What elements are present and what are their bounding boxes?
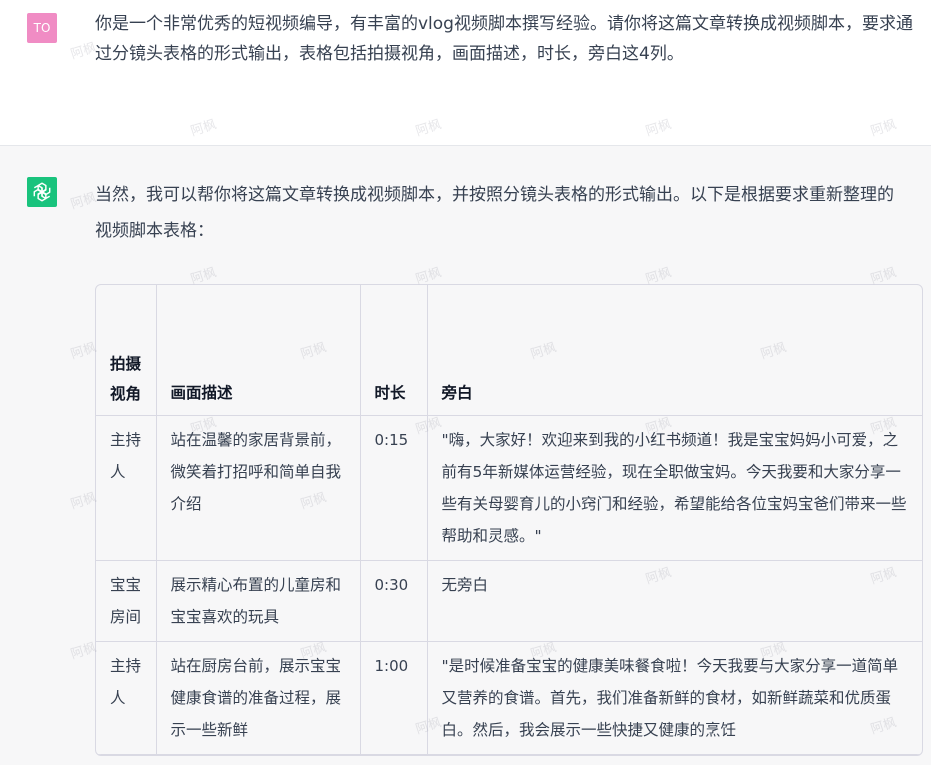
cell-narration: "嗨，大家好！欢迎来到我的小红书频道！我是宝宝妈妈小可爱，之前有5年新媒体运营经…: [427, 415, 922, 561]
table-header-row: 拍摄视角 画面描述 时长 旁白: [96, 285, 922, 416]
cell-description: 站在厨房台前，展示宝宝健康食谱的准备过程，展示一些新鲜: [156, 641, 361, 755]
user-message: TO 你是一个非常优秀的短视频编导，有丰富的vlog视频脚本撰写经验。请你将这篇…: [0, 0, 931, 146]
header-description: 画面描述: [156, 285, 361, 416]
cell-description: 展示精心布置的儿童房和宝宝喜欢的玩具: [156, 560, 361, 642]
cell-angle: 主持人: [96, 641, 157, 755]
table-row: 主持人 站在温馨的家居背景前，微笑着打招呼和简单自我介绍 0:15 "嗨，大家好…: [96, 415, 922, 561]
cell-angle: 主持人: [96, 415, 157, 561]
cell-narration: 无旁白: [427, 560, 922, 642]
table-row: 主持人 站在厨房台前，展示宝宝健康食谱的准备过程，展示一些新鲜 1:00 "是时…: [96, 641, 922, 755]
cell-narration: "是时候准备宝宝的健康美味餐食啦！今天我要与大家分享一道简单又营养的食谱。首先，…: [427, 641, 922, 755]
header-angle: 拍摄视角: [96, 285, 157, 416]
assistant-message: 当然，我可以帮你将这篇文章转换成视频脚本，并按照分镜头表格的形式输出。以下是根据…: [0, 146, 931, 765]
openai-logo-icon: [27, 177, 57, 207]
user-avatar: TO: [27, 13, 57, 43]
script-table: 拍摄视角 画面描述 时长 旁白 主持人 站在温馨的家居背景前，微笑着打招呼和简单…: [95, 284, 923, 756]
header-duration: 时长: [360, 285, 428, 416]
cell-duration: 0:30: [360, 560, 428, 642]
assistant-intro-text: 当然，我可以帮你将这篇文章转换成视频脚本，并按照分镜头表格的形式输出。以下是根据…: [95, 185, 894, 241]
cell-angle: 宝宝房间: [96, 560, 157, 642]
user-message-text: 你是一个非常优秀的短视频编导，有丰富的vlog视频脚本撰写经验。请你将这篇文章转…: [95, 14, 913, 64]
header-narration: 旁白: [427, 285, 922, 416]
cell-description: 站在温馨的家居背景前，微笑着打招呼和简单自我介绍: [156, 415, 361, 561]
cell-duration: 1:00: [360, 641, 428, 755]
cell-duration: 0:15: [360, 415, 428, 561]
table-row: 宝宝房间 展示精心布置的儿童房和宝宝喜欢的玩具 0:30 无旁白: [96, 560, 922, 642]
